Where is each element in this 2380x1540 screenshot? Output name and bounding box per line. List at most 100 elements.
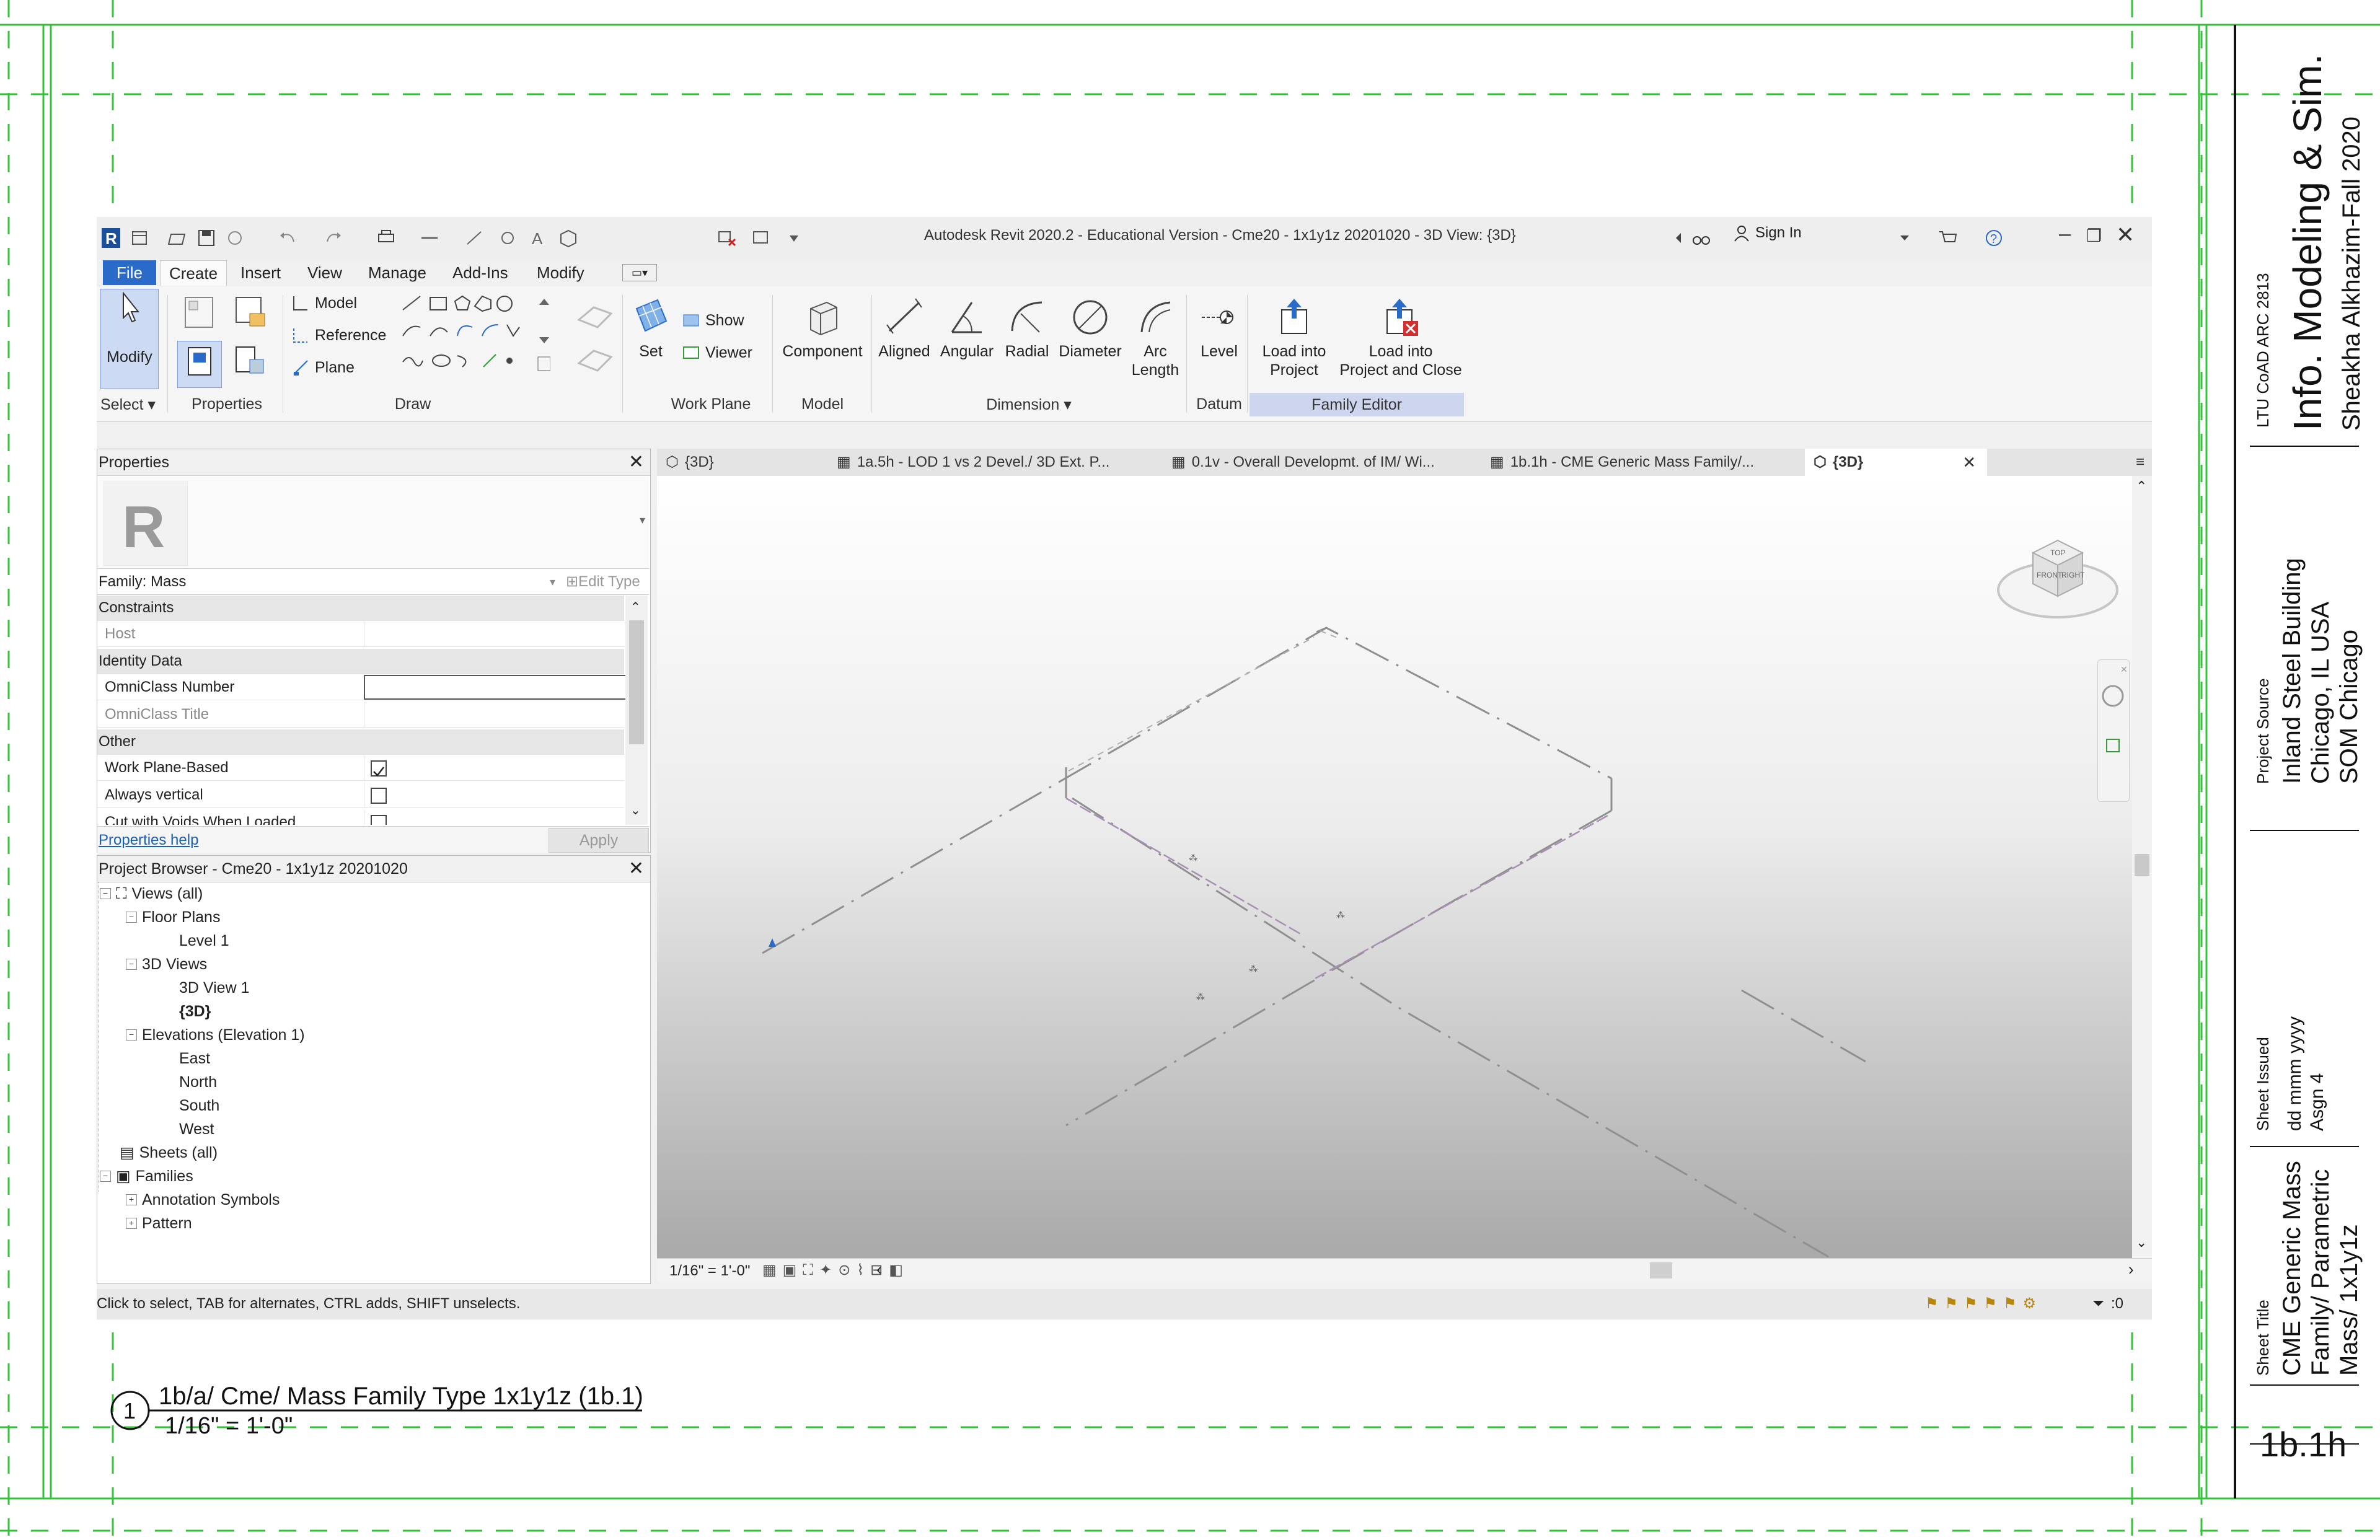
revit-app-icon[interactable]: R <box>100 227 121 249</box>
always-vertical-checkbox[interactable] <box>371 788 387 804</box>
tab-add-ins[interactable]: Add-Ins <box>444 260 517 285</box>
home-icon[interactable] <box>129 227 150 249</box>
view-scale-selector[interactable]: 1/16" = 1'-0" <box>669 1262 750 1280</box>
aligned-dimension-icon[interactable] <box>464 227 485 249</box>
binoculars-icon[interactable] <box>1691 227 1712 249</box>
collapse-icon[interactable]: − <box>126 1029 137 1041</box>
angular-button[interactable]: Angular <box>936 296 998 361</box>
chevron-left-icon[interactable]: ‹ <box>876 1260 882 1279</box>
collapse-icon[interactable]: − <box>100 888 111 899</box>
close-icon[interactable]: ✕ <box>628 449 644 475</box>
aligned-button[interactable]: Aligned <box>874 296 935 361</box>
work-plane-viewer-button[interactable]: Viewer <box>682 343 752 362</box>
tab-insert[interactable]: Insert <box>232 260 289 285</box>
viewport-vertical-scrollbar[interactable]: ⌃ ⌄ <box>2132 476 2152 1258</box>
family-dropdown-icon[interactable]: ▾ <box>550 570 555 594</box>
apply-button[interactable]: Apply <box>549 828 649 853</box>
undo-icon[interactable] <box>276 227 298 249</box>
chevron-right-icon[interactable]: › <box>2128 1260 2134 1279</box>
tag-icon[interactable] <box>497 227 518 249</box>
type-selector[interactable]: R ▾ <box>97 477 649 569</box>
collapse-icon[interactable]: − <box>126 959 137 970</box>
scroll-down-icon[interactable]: ⌄ <box>630 803 641 818</box>
close-button[interactable]: ✕ <box>2116 222 2135 248</box>
diameter-button[interactable]: Diameter <box>1056 296 1124 361</box>
tree-views-all[interactable]: − ⛶ Views (all) <box>100 882 203 905</box>
model-line-button[interactable]: Model <box>291 294 357 312</box>
cart-icon[interactable] <box>1937 227 1959 249</box>
tree-floor-plans[interactable]: − Floor Plans <box>126 905 220 929</box>
dropdown-arrow-icon[interactable] <box>1894 227 1915 249</box>
properties-help-link[interactable]: Properties help <box>99 832 198 849</box>
modify-button[interactable]: Modify <box>100 289 159 389</box>
component-button[interactable]: Component <box>776 296 869 361</box>
expand-icon[interactable]: + <box>126 1218 137 1229</box>
omniclass-number-field[interactable] <box>364 675 627 700</box>
tree-pattern[interactable]: + Pattern <box>126 1212 192 1235</box>
help-icon[interactable]: ? <box>1983 227 2004 249</box>
minimize-button[interactable]: – <box>2059 222 2071 246</box>
zoom-icon[interactable] <box>2106 739 2120 752</box>
close-tab-icon[interactable]: ✕ <box>1962 449 1976 476</box>
tree-3d-views[interactable]: −3D Views <box>126 953 207 976</box>
scroll-thumb[interactable] <box>2135 854 2149 876</box>
maximize-button[interactable]: ❐ <box>2086 226 2102 246</box>
tree-families[interactable]: − ▣ Families <box>100 1164 193 1188</box>
set-work-plane-button[interactable]: Set <box>627 296 674 361</box>
tree-level-1[interactable]: Level 1 <box>179 929 229 953</box>
scroll-up-icon[interactable]: ⌃ <box>630 599 641 615</box>
level-button[interactable]: Level <box>1194 296 1245 361</box>
text-icon[interactable]: A <box>528 227 549 249</box>
tree-3d-current[interactable]: {3D} <box>179 1000 211 1023</box>
filter-icon[interactable]: ⏷ <box>2092 1289 2104 1319</box>
show-work-plane-button[interactable]: Show <box>682 311 744 330</box>
family-selector[interactable]: Family: Mass <box>99 570 186 594</box>
selection-filter-icons[interactable]: ⚑⚑⚑⚑⚑⚙ <box>1925 1289 2042 1319</box>
sign-in-button[interactable]: Sign In <box>1733 224 1802 242</box>
chevron-left-icon[interactable] <box>1668 227 1690 249</box>
tree-elevations[interactable]: − Elevations (Elevation 1) <box>126 1023 305 1047</box>
reference-plane-button[interactable]: Plane <box>291 358 355 377</box>
load-into-project-button[interactable]: Load into Project <box>1251 296 1338 379</box>
close-icon[interactable]: ✕ <box>628 856 644 882</box>
radial-button[interactable]: Radial <box>999 296 1055 361</box>
tab-modify[interactable]: Modify <box>528 260 593 285</box>
viewcube[interactable]: TOP FRONT RIGHT <box>1990 509 2126 633</box>
view-tab-3d-active[interactable]: ⬡ {3D} ✕ <box>1805 449 1987 476</box>
tab-create[interactable]: Create <box>160 260 227 286</box>
save-icon[interactable] <box>196 227 217 249</box>
scroll-up-icon[interactable]: ⌃ <box>2136 478 2147 495</box>
open-icon[interactable] <box>166 227 187 249</box>
measure-icon[interactable] <box>419 227 440 249</box>
close-hidden-windows-icon[interactable] <box>716 227 738 249</box>
tree-sheets-all[interactable]: ▤ Sheets (all) <box>120 1141 218 1164</box>
view-tab-1a5h[interactable]: ▦ 1a.5h - LOD 1 vs 2 Devel./ 3D Ext. P... <box>828 449 1159 476</box>
work-plane-based-checkbox[interactable] <box>371 760 387 777</box>
expand-icon[interactable]: + <box>126 1194 137 1205</box>
steering-wheel-icon[interactable] <box>2102 685 2124 707</box>
family-types-button[interactable] <box>177 293 221 336</box>
load-into-project-and-close-button[interactable]: Load into Project and Close <box>1339 296 1463 379</box>
type-selector-dropdown-icon[interactable]: ▾ <box>640 514 645 527</box>
tab-view[interactable]: View <box>299 260 351 285</box>
tree-elevation-south[interactable]: South <box>179 1094 219 1117</box>
view-control-icons[interactable]: ▦▣⛶✦⊙⌇⊟◧ <box>762 1261 909 1279</box>
viewcube-top[interactable]: TOP <box>2050 548 2065 557</box>
sync-icon[interactable] <box>224 227 245 249</box>
scroll-thumb[interactable] <box>629 620 644 744</box>
tab-manage[interactable]: Manage <box>359 260 435 285</box>
tree-elevation-north[interactable]: North <box>179 1070 217 1094</box>
scroll-down-icon[interactable]: ⌄ <box>2136 1234 2147 1251</box>
default-3d-view-icon[interactable] <box>558 227 579 249</box>
collapse-icon[interactable]: − <box>100 1171 111 1182</box>
tree-elevation-west[interactable]: West <box>179 1117 214 1141</box>
edit-type-button[interactable]: ⊞Edit Type <box>566 570 640 594</box>
tree-elevation-east[interactable]: East <box>179 1047 210 1070</box>
tree-3d-view-1[interactable]: 3D View 1 <box>179 976 250 1000</box>
tab-overflow-icon[interactable]: ≡ <box>2128 449 2152 476</box>
horizontal-scroll-thumb[interactable] <box>1650 1262 1672 1278</box>
switch-windows-icon[interactable] <box>751 227 772 249</box>
viewcube-right[interactable]: RIGHT <box>2061 571 2085 579</box>
view-tab-3d-1[interactable]: ⬡ {3D} <box>657 449 821 476</box>
group-constraints[interactable]: Constraints <box>97 596 624 621</box>
